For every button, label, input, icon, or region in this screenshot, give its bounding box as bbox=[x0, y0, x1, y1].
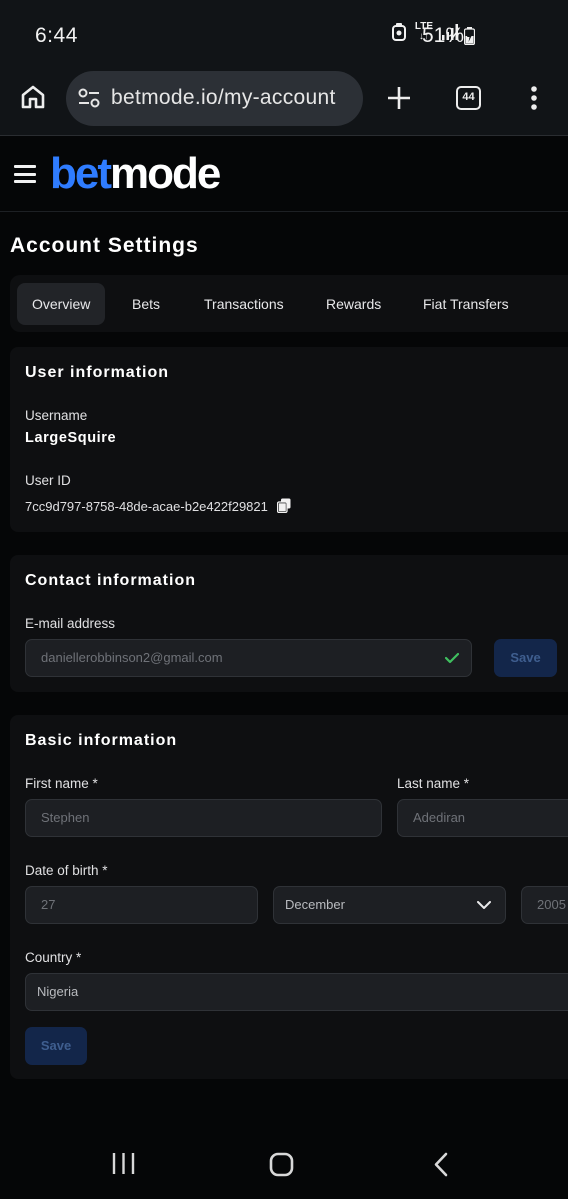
tab-overview[interactable]: Overview bbox=[17, 283, 106, 325]
first-name-label: First name * bbox=[25, 776, 98, 791]
userid-value: 7cc9d797-8758-48de-acae-b2e422f29821 bbox=[25, 499, 268, 514]
dob-label: Date of birth * bbox=[25, 863, 108, 878]
home-icon[interactable] bbox=[20, 84, 46, 110]
dob-year-value: 2005 bbox=[537, 897, 566, 912]
betmode-logo[interactable]: betmode bbox=[50, 151, 221, 197]
tab-bets[interactable]: Bets bbox=[117, 283, 175, 325]
first-name-value: Stephen bbox=[41, 810, 90, 825]
home-nav-icon[interactable] bbox=[269, 1152, 294, 1177]
address-bar[interactable]: betmode.io/my-account bbox=[66, 71, 363, 126]
system-navigation-bar bbox=[0, 1128, 568, 1199]
site-settings-icon[interactable] bbox=[78, 88, 100, 108]
email-field[interactable]: daniellerobbinson2@gmail.com bbox=[25, 639, 472, 677]
user-information-card: User information Username LargeSquire Us… bbox=[10, 347, 568, 532]
card-title: Contact information bbox=[25, 572, 196, 589]
tab-fiat-transfers[interactable]: Fiat Transfers bbox=[408, 283, 524, 325]
card-title: User information bbox=[25, 364, 170, 381]
status-bar: 6:44 LTE ↓↑ 51% bbox=[0, 0, 568, 66]
recent-apps-icon[interactable] bbox=[112, 1152, 135, 1175]
last-name-field[interactable]: Adediran bbox=[397, 799, 568, 837]
url-text[interactable]: betmode.io/my-account bbox=[111, 86, 336, 110]
status-time: 6:44 bbox=[35, 24, 78, 47]
username-value: LargeSquire bbox=[25, 430, 117, 446]
dob-day-value: 27 bbox=[41, 897, 56, 912]
tab-count: 44 bbox=[462, 91, 475, 103]
dob-year-field[interactable]: 2005 bbox=[521, 886, 568, 924]
userid-label: User ID bbox=[25, 473, 71, 488]
tab-switcher-button[interactable]: 44 bbox=[456, 86, 481, 110]
first-name-field[interactable]: Stephen bbox=[25, 799, 382, 837]
country-value: Nigeria bbox=[37, 984, 79, 999]
save-email-button[interactable]: Save bbox=[494, 639, 557, 677]
dob-day-field[interactable]: 27 bbox=[25, 886, 258, 924]
chevron-down-icon bbox=[477, 901, 491, 909]
country-label: Country * bbox=[25, 950, 82, 965]
card-title: Basic information bbox=[25, 732, 178, 749]
page-title: Account Settings bbox=[10, 234, 199, 257]
tab-transactions[interactable]: Transactions bbox=[189, 283, 299, 325]
email-label: E-mail address bbox=[25, 616, 116, 631]
basic-information-card: Basic information First name * Stephen L… bbox=[10, 715, 568, 1079]
browser-toolbar: betmode.io/my-account 44 bbox=[0, 66, 568, 136]
battery-charging-icon bbox=[464, 27, 475, 45]
back-icon[interactable] bbox=[433, 1152, 448, 1177]
account-tabs: Overview Bets Transactions Rewards Fiat … bbox=[10, 275, 568, 332]
dob-month-value: December bbox=[285, 897, 345, 912]
verified-check-icon bbox=[445, 652, 459, 664]
email-value: daniellerobbinson2@gmail.com bbox=[41, 650, 223, 665]
last-name-label: Last name * bbox=[397, 776, 470, 791]
country-select[interactable]: Nigeria bbox=[25, 973, 568, 1011]
menu-icon[interactable] bbox=[14, 165, 36, 183]
username-label: Username bbox=[25, 408, 88, 423]
battery-percent: 51% bbox=[422, 24, 465, 47]
tab-rewards[interactable]: Rewards bbox=[311, 283, 396, 325]
save-basic-info-button[interactable]: Save bbox=[25, 1027, 87, 1065]
last-name-value: Adediran bbox=[413, 810, 466, 825]
data-saver-icon bbox=[391, 23, 406, 41]
site-header: betmode bbox=[0, 137, 568, 212]
dob-month-select[interactable]: December bbox=[273, 886, 506, 924]
new-tab-icon[interactable] bbox=[387, 86, 411, 110]
copy-icon[interactable] bbox=[277, 498, 291, 513]
more-options-icon[interactable] bbox=[530, 85, 538, 111]
contact-information-card: Contact information E-mail address danie… bbox=[10, 555, 568, 692]
